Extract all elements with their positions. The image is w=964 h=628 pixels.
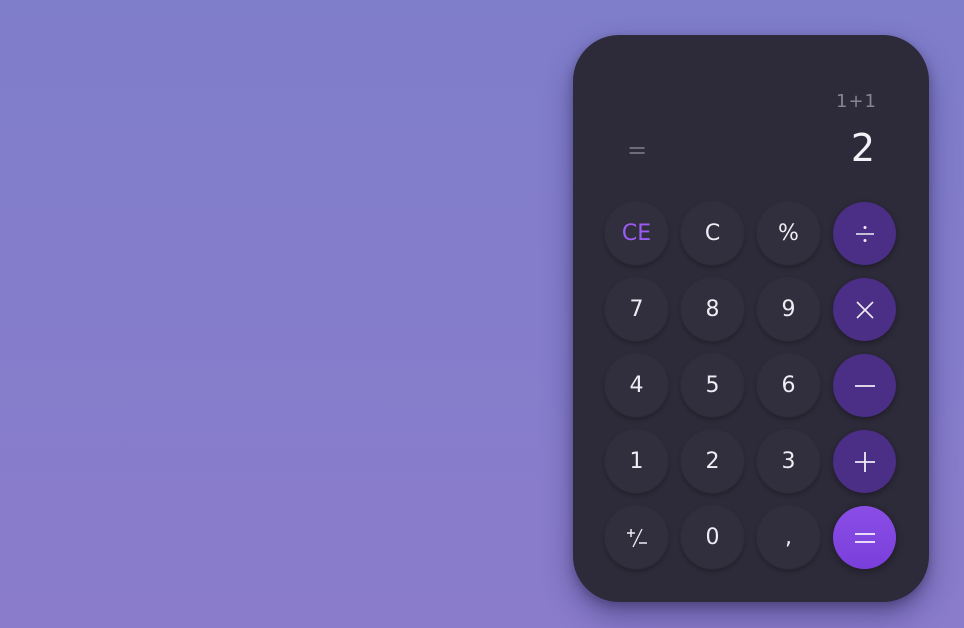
digit-3-button[interactable]: 3 <box>757 430 820 493</box>
digit-4-button[interactable]: 4 <box>605 354 668 417</box>
clear-entry-button[interactable]: CE <box>605 202 668 265</box>
plus-minus-icon <box>625 526 649 550</box>
calculator: 1+1 = 2 CE C % 7 8 9 4 5 6 1 2 3 0 , <box>573 35 929 602</box>
digit-2-button[interactable]: 2 <box>681 430 744 493</box>
digit-8-button[interactable]: 8 <box>681 278 744 341</box>
digit-9-button[interactable]: 9 <box>757 278 820 341</box>
digit-6-button[interactable]: 6 <box>757 354 820 417</box>
expression-display: 1+1 <box>836 91 877 112</box>
minus-button[interactable] <box>833 354 896 417</box>
divide-button[interactable] <box>833 202 896 265</box>
plus-button[interactable] <box>833 430 896 493</box>
digit-7-button[interactable]: 7 <box>605 278 668 341</box>
equals-button[interactable] <box>833 506 896 569</box>
equals-indicator: = <box>627 136 648 164</box>
digit-1-button[interactable]: 1 <box>605 430 668 493</box>
divide-icon <box>854 223 876 245</box>
equals-icon <box>853 527 877 549</box>
digit-0-button[interactable]: 0 <box>681 506 744 569</box>
minus-icon <box>853 375 877 397</box>
percent-button[interactable]: % <box>757 202 820 265</box>
multiply-button[interactable] <box>833 278 896 341</box>
plus-icon <box>853 450 877 474</box>
decimal-comma-button[interactable]: , <box>757 506 820 569</box>
clear-button[interactable]: C <box>681 202 744 265</box>
plus-minus-button[interactable] <box>605 506 668 569</box>
result-display: 2 <box>850 126 875 170</box>
multiply-icon <box>854 299 876 321</box>
digit-5-button[interactable]: 5 <box>681 354 744 417</box>
